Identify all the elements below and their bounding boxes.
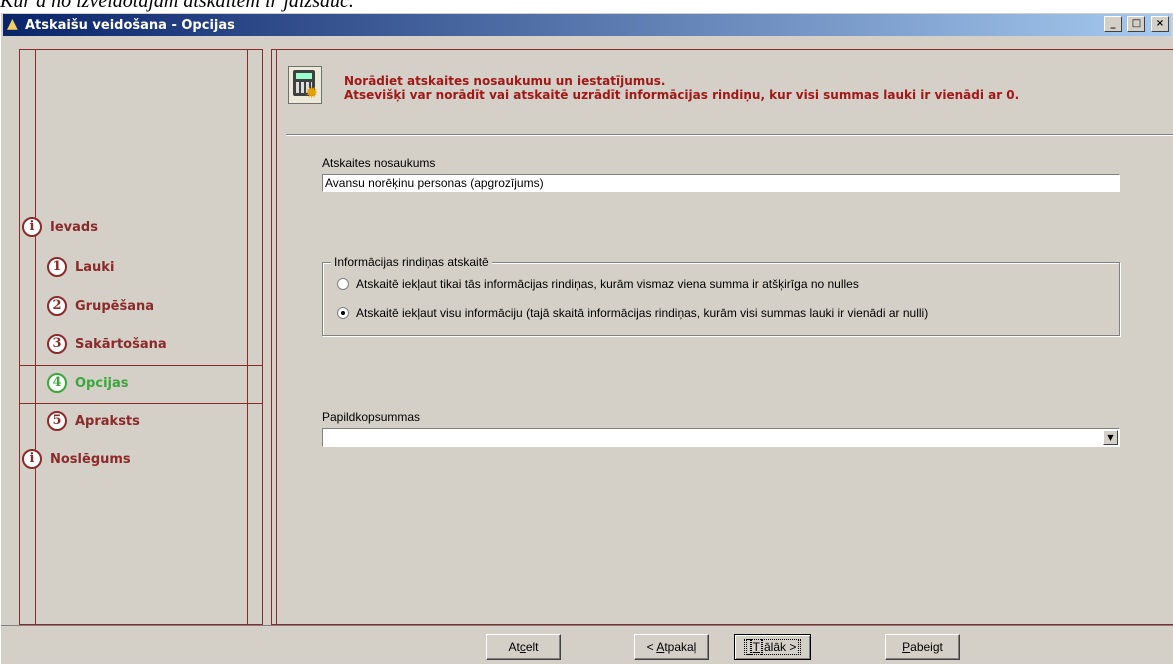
divider <box>276 50 277 624</box>
window-title: Atskaišu veidošana - Opcijas <box>25 18 235 33</box>
step-apraksts[interactable]: 5 Apraksts <box>47 411 140 431</box>
report-name-label: Atskaites nosaukums <box>322 156 436 170</box>
accelerator-key: T <box>749 639 764 655</box>
instructions: Norādiet atskaites nosaukumu un iestatīj… <box>344 74 1019 102</box>
step-label: Opcijas <box>75 375 129 391</box>
radio-button-unchecked[interactable] <box>337 278 349 290</box>
back-button[interactable]: < Atpakaļ <box>634 634 709 660</box>
step-number-icon: 4 <box>47 373 67 393</box>
radio-all-rows[interactable]: Atskaitē iekļaut visu informāciju (tajā … <box>337 306 928 320</box>
button-text: At <box>508 640 520 654</box>
step-number-icon: 5 <box>47 411 67 431</box>
step-label: Lauki <box>75 259 115 275</box>
radio-button-checked[interactable] <box>337 307 349 319</box>
wizard-window: ▲ Atskaišu veidošana - Opcijas _ □ × i I… <box>0 12 1173 664</box>
button-bar: Atcelt < Atpakaļ Tālāk > Pabeigt <box>1 625 1173 666</box>
step-number-icon: 2 <box>47 296 67 316</box>
step-sakartosana[interactable]: 3 Sakārtošana <box>47 334 167 354</box>
divider <box>35 50 36 624</box>
accelerator-key: P <box>902 640 911 654</box>
selection-divider <box>20 365 262 366</box>
info-rows-group: Informācijas rindiņas atskaitē Atskaitē … <box>322 255 1120 336</box>
window-controls: _ □ × <box>1103 16 1169 32</box>
radio-label: Atskaitē iekļaut tikai tās informācijas … <box>356 277 859 291</box>
step-opcijas[interactable]: 4 Opcijas <box>47 373 129 393</box>
radio-label: Atskaitē iekļaut visu informāciju (tajā … <box>356 306 929 320</box>
button-focus-frame: Tālāk > <box>743 639 802 655</box>
info-icon: i <box>22 217 42 237</box>
step-label: Ievads <box>50 219 98 235</box>
radio-nonzero-rows[interactable]: Atskaitē iekļaut tikai tās informācijas … <box>337 277 859 291</box>
step-nosleegums[interactable]: i Noslēgums <box>22 449 131 469</box>
step-ievads[interactable]: i Ievads <box>22 217 98 237</box>
finish-button[interactable]: Pabeigt <box>885 634 960 660</box>
document-caption: Kur a no izveidotajām atskaitēm ir jāizs… <box>0 0 354 12</box>
instructions-line-2: Atsevišķi var norādīt vai atskaitē uzrād… <box>344 88 1020 102</box>
step-number-icon: 1 <box>47 257 67 277</box>
step-lauki[interactable]: 1 Lauki <box>47 257 114 277</box>
button-text: elt <box>525 640 539 654</box>
button-text: < <box>646 640 657 654</box>
step-grupesana[interactable]: 2 Grupēšana <box>47 296 154 316</box>
options-panel: ✹ Norādiet atskaites nosaukumu un iestat… <box>271 49 1173 625</box>
info-icon: i <box>22 449 42 469</box>
step-label: Sakārtošana <box>75 336 167 352</box>
button-text: abeigt <box>910 640 943 654</box>
step-label: Grupēšana <box>75 298 154 314</box>
subtotals-select[interactable]: ▼ <box>322 428 1120 447</box>
separator <box>286 134 1173 136</box>
report-name-input[interactable]: Avansu norēķinu personas (apgrozījums) <box>322 174 1120 192</box>
step-number-icon: 3 <box>47 334 67 354</box>
subtotals-label: Papildkopsummas <box>322 410 421 424</box>
minimize-button[interactable]: _ <box>1103 16 1122 32</box>
divider <box>247 50 248 624</box>
next-button[interactable]: Tālāk > <box>734 634 811 660</box>
button-text: tpakaļ <box>664 640 697 654</box>
button-text: ālāk > <box>760 639 800 655</box>
maximize-button[interactable]: □ <box>1127 16 1146 32</box>
title-bar[interactable]: ▲ Atskaišu veidošana - Opcijas _ □ × <box>3 14 1171 36</box>
app-icon: ▲ <box>7 16 18 32</box>
calculator-icon: ✹ <box>288 66 322 104</box>
instructions-line-1: Norādiet atskaites nosaukumu un iestatīj… <box>344 74 666 88</box>
cancel-button[interactable]: Atcelt <box>486 634 561 660</box>
step-label: Apraksts <box>75 413 140 429</box>
chevron-down-icon[interactable]: ▼ <box>1103 430 1118 445</box>
selection-divider <box>20 403 262 404</box>
wizard-steps-panel: i Ievads 1 Lauki 2 Grupēšana 3 Sakārtoša… <box>19 49 263 625</box>
step-label: Noslēgums <box>50 451 131 467</box>
close-button[interactable]: × <box>1151 16 1169 32</box>
info-rows-group-title: Informācijas rindiņas atskaitē <box>331 255 492 269</box>
